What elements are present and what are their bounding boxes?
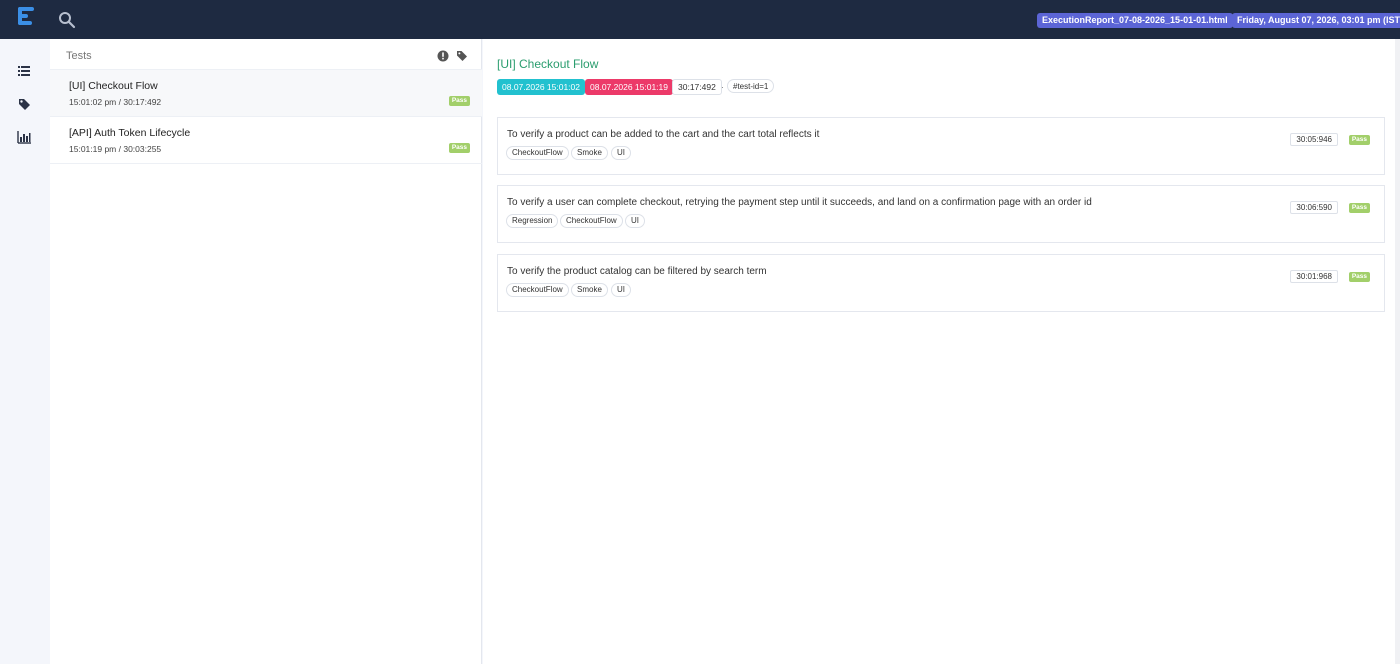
status-badge: Pass [448,96,470,106]
test-step-card[interactable]: To verify the product catalog can be fil… [497,254,1385,312]
side-nav [0,39,50,664]
step-description: To verify a product can be added to the … [507,129,820,140]
status-badge: Pass [1348,272,1370,282]
step-duration: 30:05:946 [1290,133,1338,146]
report-file-badge: ExecutionReport_07-08-2026_15-01-01.html [1037,13,1233,28]
status-badge: Pass [1348,135,1370,145]
test-list-item[interactable]: [UI] Checkout Flow 15:01:02 pm / 30:17:4… [50,70,482,117]
duration-badge: 30:17:492 [672,79,722,95]
tag-chip[interactable]: Regression [506,214,559,228]
separator: · [721,82,724,92]
test-detail-panel: [UI] Checkout Flow 08.07.2026 15:01:02 0… [483,39,1400,664]
tag-chip[interactable]: UI [611,283,631,297]
status-badge: Pass [1348,203,1370,213]
status-badge: Pass [448,143,470,153]
tag-icon[interactable] [16,96,32,112]
tag-chip[interactable]: CheckoutFlow [560,214,623,228]
end-time-badge: 08.07.2026 15:01:19 [585,79,673,95]
tests-panel-title: Tests [66,50,92,62]
tag-chip[interactable]: CheckoutFlow [506,283,569,297]
test-meta: 15:01:02 pm / 30:17:492 [69,97,162,107]
info-icon[interactable] [437,49,449,62]
scrollbar[interactable] [1395,39,1400,664]
logo-icon[interactable] [16,5,38,31]
step-description: To verify the product catalog can be fil… [507,266,767,277]
test-step-card[interactable]: To verify a user can complete checkout, … [497,185,1385,243]
tag-icon[interactable] [456,49,468,61]
list-icon[interactable] [16,63,32,79]
tag-chip[interactable]: UI [625,214,645,228]
test-name: [UI] Checkout Flow [69,80,158,92]
top-bar: ExecutionReport_07-08-2026_15-01-01.html… [0,0,1400,39]
test-meta: 15:01:19 pm / 30:03:255 [69,144,162,154]
step-description: To verify a user can complete checkout, … [507,197,1092,208]
report-date-badge: Friday, August 07, 2026, 03:01 pm (IST) [1232,13,1400,28]
step-duration: 30:06:590 [1290,201,1338,214]
test-step-card[interactable]: To verify a product can be added to the … [497,117,1385,175]
tag-chip[interactable]: CheckoutFlow [506,146,569,160]
test-name: [API] Auth Token Lifecycle [69,127,191,139]
test-list-item[interactable]: [API] Auth Token Lifecycle 15:01:19 pm /… [50,117,482,164]
step-duration: 30:01:968 [1290,270,1338,283]
tests-panel: Tests [UI] Checkout Flow 15:01:02 pm / 3… [50,39,482,664]
search-icon[interactable] [58,11,76,29]
tag-chip[interactable]: UI [611,146,631,160]
test-id-badge: #test-id=1 [727,79,775,93]
tag-chip[interactable]: Smoke [571,283,608,297]
tag-chip[interactable]: Smoke [571,146,608,160]
start-time-badge: 08.07.2026 15:01:02 [497,79,585,95]
bar-chart-icon[interactable] [16,129,32,145]
tests-panel-header: Tests [50,39,482,70]
test-detail-title: [UI] Checkout Flow [497,57,599,71]
